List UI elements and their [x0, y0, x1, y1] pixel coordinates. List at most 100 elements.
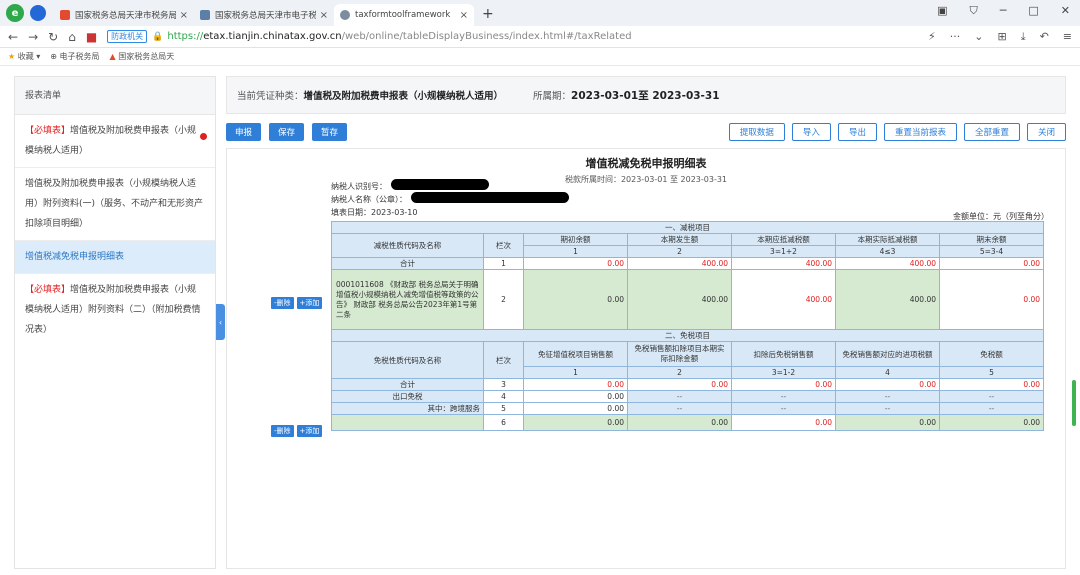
lightning-icon[interactable]: ⚡ — [928, 30, 936, 44]
col-header: 扣除后免税销售额 — [731, 341, 836, 367]
save-button[interactable]: 保存 — [269, 123, 305, 141]
tax-period: 2023-03-01至 2023-03-31 — [571, 89, 720, 102]
col-header: 期末余额 — [938, 233, 1045, 246]
sidebar-item-attachment-2[interactable]: 【必填表】增值税及附加税费申报表（小规模纳税人适用）附列资料（二）（附加税费情况… — [15, 274, 215, 346]
taxpayer-id: 纳税人识别号： — [331, 182, 387, 191]
col-subheader: 5 — [938, 366, 1045, 379]
close-icon[interactable]: × — [180, 10, 188, 21]
add-row-button[interactable]: +添加 — [296, 297, 323, 309]
lock-icon: 🔒 — [152, 31, 164, 42]
close-window-icon[interactable]: ✕ — [1061, 4, 1070, 18]
cell-input[interactable]: 400.00 — [835, 269, 940, 330]
scrollbar[interactable] — [1072, 380, 1076, 426]
favorite-etax[interactable]: ⊕ 电子税务局 — [50, 51, 99, 62]
import-button[interactable]: 导入 — [791, 123, 831, 141]
col-subheader: 5=3-4 — [938, 245, 1045, 258]
menu-icon[interactable]: ≡ — [1063, 30, 1072, 44]
home-icon[interactable]: ⌂ — [68, 30, 76, 44]
delete-row-button[interactable]: -删除 — [271, 425, 294, 437]
fill-date: 填表日期：2023-03-10 — [331, 208, 418, 217]
col-header: 免税销售额扣除项目本期实际扣除金额 — [627, 341, 732, 367]
cell-input[interactable]: 0.00 — [523, 269, 628, 330]
export-button[interactable]: 导出 — [837, 123, 877, 141]
browser-tab-2[interactable]: 国家税务总局天津市电子税务 × — [194, 4, 334, 26]
draft-save-button[interactable]: 暂存 — [312, 123, 348, 141]
cell-input[interactable]: 0.00 — [523, 390, 628, 403]
redaction-bar — [391, 179, 489, 190]
col-subheader: 1 — [523, 245, 628, 258]
sidebar-toggle-icon[interactable]: ▣ — [937, 4, 947, 18]
col-header: 免征增值税项目销售额 — [523, 341, 628, 367]
col-subheader: 3=1+2 — [731, 245, 836, 258]
cell-input[interactable]: 0.00 — [938, 414, 1045, 431]
maximize-icon[interactable]: □ — [1028, 4, 1038, 18]
more-icon[interactable]: ··· — [950, 30, 961, 44]
tax-bureau-icon — [60, 10, 70, 20]
col-header: 减税性质代码及名称 — [331, 233, 484, 258]
cell-input[interactable]: 400.00 — [627, 269, 732, 330]
cell-input[interactable]: 0.00 — [627, 414, 732, 431]
col-header: 栏次 — [483, 341, 524, 379]
exemption-code-select[interactable] — [331, 414, 484, 431]
undo-icon[interactable]: ↶ — [1040, 30, 1049, 44]
security-badge: 防政机关 — [107, 30, 148, 43]
add-row-button[interactable]: +添加 — [296, 425, 323, 437]
forward-icon[interactable]: → — [28, 30, 38, 44]
col-header: 本期发生额 — [627, 233, 732, 246]
reduction-code-select[interactable]: 0001011608 《财政部 税务总局关于明确增值税小规模纳税人减免增值税等政… — [331, 269, 484, 330]
favorites-bar: ★ 收藏 ▾ ⊕ 电子税务局 ▲ 国家税务总局天 — [0, 48, 1080, 66]
close-icon[interactable]: × — [320, 10, 328, 21]
table-row: 合计 3 0.00 0.00 0.00 0.00 0.00 — [331, 378, 1045, 391]
fetch-data-button[interactable]: 提取数据 — [728, 123, 785, 141]
browser-tab-3[interactable]: taxformtoolframework × — [334, 4, 474, 26]
delete-row-button[interactable]: -删除 — [271, 297, 294, 309]
cell-input[interactable]: 0.00 — [523, 402, 628, 415]
new-tab-button[interactable]: + — [482, 6, 494, 22]
globe-icon — [200, 10, 210, 20]
redaction-bar — [411, 192, 569, 203]
taxpayer-name: 纳税人名称（公章）： — [331, 195, 407, 204]
chevron-down-icon[interactable]: ⌄ — [974, 30, 983, 44]
extension-icon[interactable]: ■ — [86, 30, 97, 44]
collapse-sidebar-button[interactable]: ‹ — [216, 304, 225, 340]
table-row: 6 0.00 0.00 0.00 0.00 0.00 — [331, 414, 1045, 431]
window-controls: ▣ ⛉ ─ □ ✕ — [937, 4, 1070, 18]
reload-icon[interactable]: ↻ — [48, 30, 58, 44]
browser-tab-1[interactable]: 国家税务总局天津市税务局 × — [54, 4, 194, 26]
row-actions-1: -删除 +添加 — [271, 297, 323, 309]
form-title: 增值税减免税申报明细表 — [585, 157, 707, 170]
shield-icon[interactable]: ⛉ — [970, 4, 978, 18]
row-actions-2: -删除 +添加 — [271, 425, 323, 437]
reset-all-button[interactable]: 全部重置 — [963, 123, 1020, 141]
apps-icon[interactable]: ⊞ — [997, 30, 1006, 44]
voucher-type: 增值税及附加税费申报表（小规模纳税人适用） — [303, 91, 504, 102]
table-row: 其中：跨境服务 5 0.00 -- -- -- -- — [331, 402, 1045, 415]
sidebar-item-reduction-detail[interactable]: 增值税减免税申报明细表 — [15, 241, 215, 274]
col-subheader: 4≤3 — [835, 245, 940, 258]
toolbar: 申报 保存 暂存 提取数据 导入 导出 重置当前报表 全部重置 关闭 — [226, 118, 1066, 146]
url-field[interactable]: 防政机关 🔒 https:// etax.tianjin.chinatax.go… — [107, 30, 928, 43]
section1-title: 一、减税项目 — [330, 221, 1045, 234]
address-bar: ← → ↻ ⌂ ■ 防政机关 🔒 https:// etax.tianjin.c… — [0, 26, 1080, 48]
favorite-collection[interactable]: ★ 收藏 ▾ — [8, 51, 40, 62]
sidebar-item-attachment-1[interactable]: 增值税及附加税费申报表（小规模纳税人适用）附列资料(一)（服务、不动产和无形资产… — [15, 168, 215, 241]
table-row: 0001011608 《财政部 税务总局关于明确增值税小规模纳税人减免增值税等政… — [331, 269, 1045, 330]
col-header: 免税额 — [938, 341, 1045, 367]
declare-button[interactable]: 申报 — [226, 123, 262, 141]
col-header: 本期实际抵减税额 — [835, 233, 940, 246]
favorite-tax-bureau[interactable]: ▲ 国家税务总局天 — [110, 51, 175, 62]
report-list-sidebar: 报表清单 【必填表】增值税及附加税费申报表（小规模纳税人适用） 增值税及附加税费… — [14, 76, 216, 569]
form-content: 增值税减免税申报明细表 税款所属时间：2023-03-01 至 2023-03-… — [226, 148, 1066, 569]
reset-current-button[interactable]: 重置当前报表 — [883, 123, 957, 141]
download-icon[interactable]: ⤓ — [1021, 30, 1026, 44]
main-panel: 当前凭证种类： 增值税及附加税费申报表（小规模纳税人适用） 所属期： 2023-… — [226, 76, 1066, 569]
back-icon[interactable]: ← — [8, 30, 18, 44]
minimize-icon[interactable]: ─ — [1000, 4, 1007, 18]
cell-input[interactable]: 0.00 — [523, 414, 628, 431]
col-header: 栏次 — [483, 233, 524, 258]
close-button[interactable]: 关闭 — [1026, 123, 1066, 141]
close-icon[interactable]: × — [460, 10, 468, 21]
cell-input[interactable]: 0.00 — [835, 414, 940, 431]
browser-menu-icon[interactable] — [30, 5, 46, 21]
sidebar-item-main-form[interactable]: 【必填表】增值税及附加税费申报表（小规模纳税人适用） — [15, 115, 215, 168]
